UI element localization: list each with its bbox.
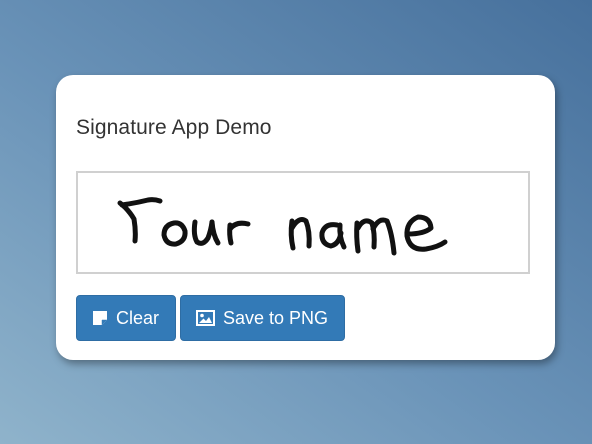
save-png-button-label: Save to PNG (223, 307, 329, 328)
signature-drawing (117, 197, 448, 256)
save-png-button[interactable]: Save to PNG (180, 295, 345, 341)
signature-card: Signature App Demo Clear Save to PNG (56, 75, 555, 360)
clear-button-label: Clear (116, 307, 160, 328)
clear-button[interactable]: Clear (76, 295, 176, 341)
image-icon (196, 310, 215, 326)
note-icon (92, 310, 108, 326)
page-title: Signature App Demo (76, 116, 272, 139)
signature-pad[interactable] (76, 171, 530, 274)
